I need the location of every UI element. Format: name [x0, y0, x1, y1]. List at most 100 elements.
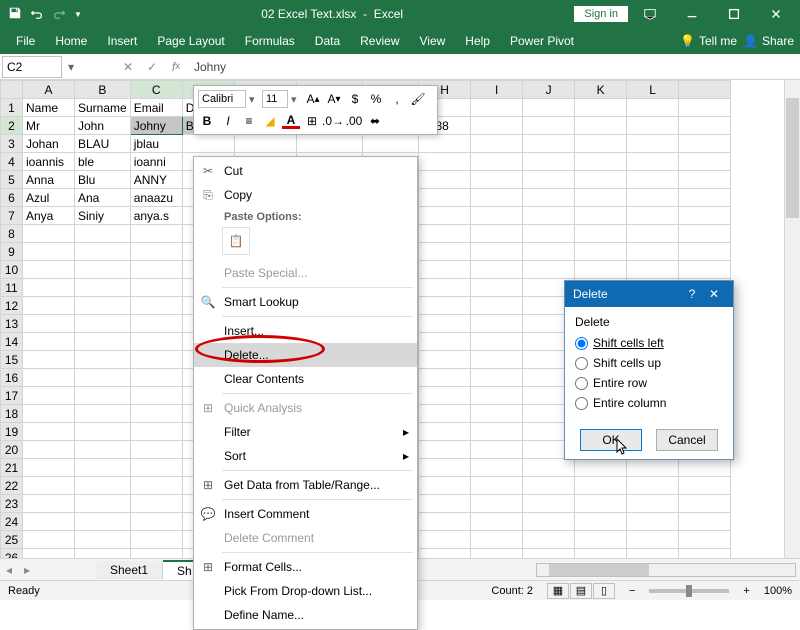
- cell-A14[interactable]: [23, 333, 75, 351]
- page-layout-view-icon[interactable]: ▤: [570, 583, 592, 599]
- cell-J5[interactable]: [523, 171, 575, 189]
- cell-C14[interactable]: [130, 333, 182, 351]
- cell-C2[interactable]: Johny: [130, 117, 182, 135]
- tab-page-layout[interactable]: Page Layout: [147, 30, 234, 52]
- row-header-25[interactable]: 25: [1, 531, 23, 549]
- row-header-26[interactable]: 26: [1, 549, 23, 559]
- minimize-icon[interactable]: [672, 0, 712, 28]
- menu-format-cells[interactable]: ⊞Format Cells...: [194, 555, 417, 579]
- cell-L10[interactable]: [627, 261, 679, 279]
- tab-view[interactable]: View: [410, 30, 456, 52]
- font-picker[interactable]: Calibri: [198, 90, 246, 108]
- zoom-out-icon[interactable]: −: [629, 585, 635, 597]
- col-header-C[interactable]: C: [130, 81, 182, 99]
- cell-J23[interactable]: [523, 495, 575, 513]
- cell-H16[interactable]: [419, 369, 471, 387]
- cell-J9[interactable]: [523, 243, 575, 261]
- ok-button[interactable]: OK: [580, 429, 642, 451]
- cell-H14[interactable]: [419, 333, 471, 351]
- cell-B20[interactable]: [75, 441, 131, 459]
- cell-B4[interactable]: ble: [75, 153, 131, 171]
- cell-H13[interactable]: [419, 315, 471, 333]
- cell-I24[interactable]: [471, 513, 523, 531]
- cell-D3[interactable]: [182, 135, 234, 153]
- cell-K6[interactable]: [575, 189, 627, 207]
- cell-H17[interactable]: [419, 387, 471, 405]
- cell-C11[interactable]: [130, 279, 182, 297]
- row-header-22[interactable]: 22: [1, 477, 23, 495]
- cell-C6[interactable]: anaazu: [130, 189, 182, 207]
- cell-L4[interactable]: [627, 153, 679, 171]
- cell-K25[interactable]: [575, 531, 627, 549]
- row-header-16[interactable]: 16: [1, 369, 23, 387]
- italic-icon[interactable]: I: [219, 112, 237, 130]
- cell-C17[interactable]: [130, 387, 182, 405]
- option-entire-column[interactable]: Entire column: [575, 393, 723, 413]
- qat-dropdown-icon[interactable]: ▼: [74, 10, 82, 19]
- tab-insert[interactable]: Insert: [97, 30, 147, 52]
- cell-J2[interactable]: [523, 117, 575, 135]
- zoom-slider[interactable]: [649, 589, 729, 593]
- accounting-format-icon[interactable]: $: [346, 90, 364, 108]
- menu-smart-lookup[interactable]: 🔍Smart Lookup: [194, 290, 417, 314]
- cell-I22[interactable]: [471, 477, 523, 495]
- cell-L6[interactable]: [627, 189, 679, 207]
- cell-J24[interactable]: [523, 513, 575, 531]
- cell-I19[interactable]: [471, 423, 523, 441]
- menu-cut[interactable]: ✂Cut: [194, 159, 417, 183]
- cell-I4[interactable]: [471, 153, 523, 171]
- cell-H22[interactable]: [419, 477, 471, 495]
- cell-B1[interactable]: Surname: [75, 99, 131, 117]
- cell-J6[interactable]: [523, 189, 575, 207]
- cell-I11[interactable]: [471, 279, 523, 297]
- cell-H15[interactable]: [419, 351, 471, 369]
- cell-B23[interactable]: [75, 495, 131, 513]
- cell-I6[interactable]: [471, 189, 523, 207]
- dialog-titlebar[interactable]: Delete ? ✕: [565, 281, 733, 307]
- cell-A2[interactable]: Mr: [23, 117, 75, 135]
- menu-copy[interactable]: ⎘Copy: [194, 183, 417, 207]
- cell-B5[interactable]: Blu: [75, 171, 131, 189]
- redo-icon[interactable]: [52, 6, 66, 23]
- cell-B7[interactable]: Siniy: [75, 207, 131, 225]
- cell-A10[interactable]: [23, 261, 75, 279]
- tell-me[interactable]: 💡 Tell me: [680, 34, 737, 48]
- cell-B25[interactable]: [75, 531, 131, 549]
- menu-define-name[interactable]: Define Name...: [194, 603, 417, 627]
- cell-I14[interactable]: [471, 333, 523, 351]
- cell-H25[interactable]: [419, 531, 471, 549]
- cell-I13[interactable]: [471, 315, 523, 333]
- ribbon-options-icon[interactable]: [630, 0, 670, 28]
- menu-get-data[interactable]: ⊞Get Data from Table/Range...: [194, 473, 417, 497]
- menu-filter[interactable]: Filter▸: [194, 420, 417, 444]
- cell-H21[interactable]: [419, 459, 471, 477]
- cell-K10[interactable]: [575, 261, 627, 279]
- cell-B15[interactable]: [75, 351, 131, 369]
- row-header-11[interactable]: 11: [1, 279, 23, 297]
- cell-C19[interactable]: [130, 423, 182, 441]
- row-header-5[interactable]: 5: [1, 171, 23, 189]
- col-header-A[interactable]: A: [23, 81, 75, 99]
- cell-L22[interactable]: [627, 477, 679, 495]
- cell-J4[interactable]: [523, 153, 575, 171]
- cell-L3[interactable]: [627, 135, 679, 153]
- cell-A26[interactable]: [23, 549, 75, 559]
- row-header-19[interactable]: 19: [1, 423, 23, 441]
- row-header-21[interactable]: 21: [1, 459, 23, 477]
- cell-A19[interactable]: [23, 423, 75, 441]
- cell-L9[interactable]: [627, 243, 679, 261]
- cell-K8[interactable]: [575, 225, 627, 243]
- radio-shift-up[interactable]: [575, 357, 588, 370]
- cell-A7[interactable]: Anya: [23, 207, 75, 225]
- cell-A4[interactable]: ioannis: [23, 153, 75, 171]
- share-button[interactable]: 👤 Share: [743, 34, 794, 48]
- cell-J8[interactable]: [523, 225, 575, 243]
- cancel-formula-icon[interactable]: ✕: [116, 56, 140, 78]
- cell-A6[interactable]: Azul: [23, 189, 75, 207]
- cell-L21[interactable]: [627, 459, 679, 477]
- cell-C18[interactable]: [130, 405, 182, 423]
- cell-C1[interactable]: Email: [130, 99, 182, 117]
- cell-H7[interactable]: [419, 207, 471, 225]
- font-color-icon[interactable]: A: [282, 114, 300, 129]
- cell-K26[interactable]: [575, 549, 627, 559]
